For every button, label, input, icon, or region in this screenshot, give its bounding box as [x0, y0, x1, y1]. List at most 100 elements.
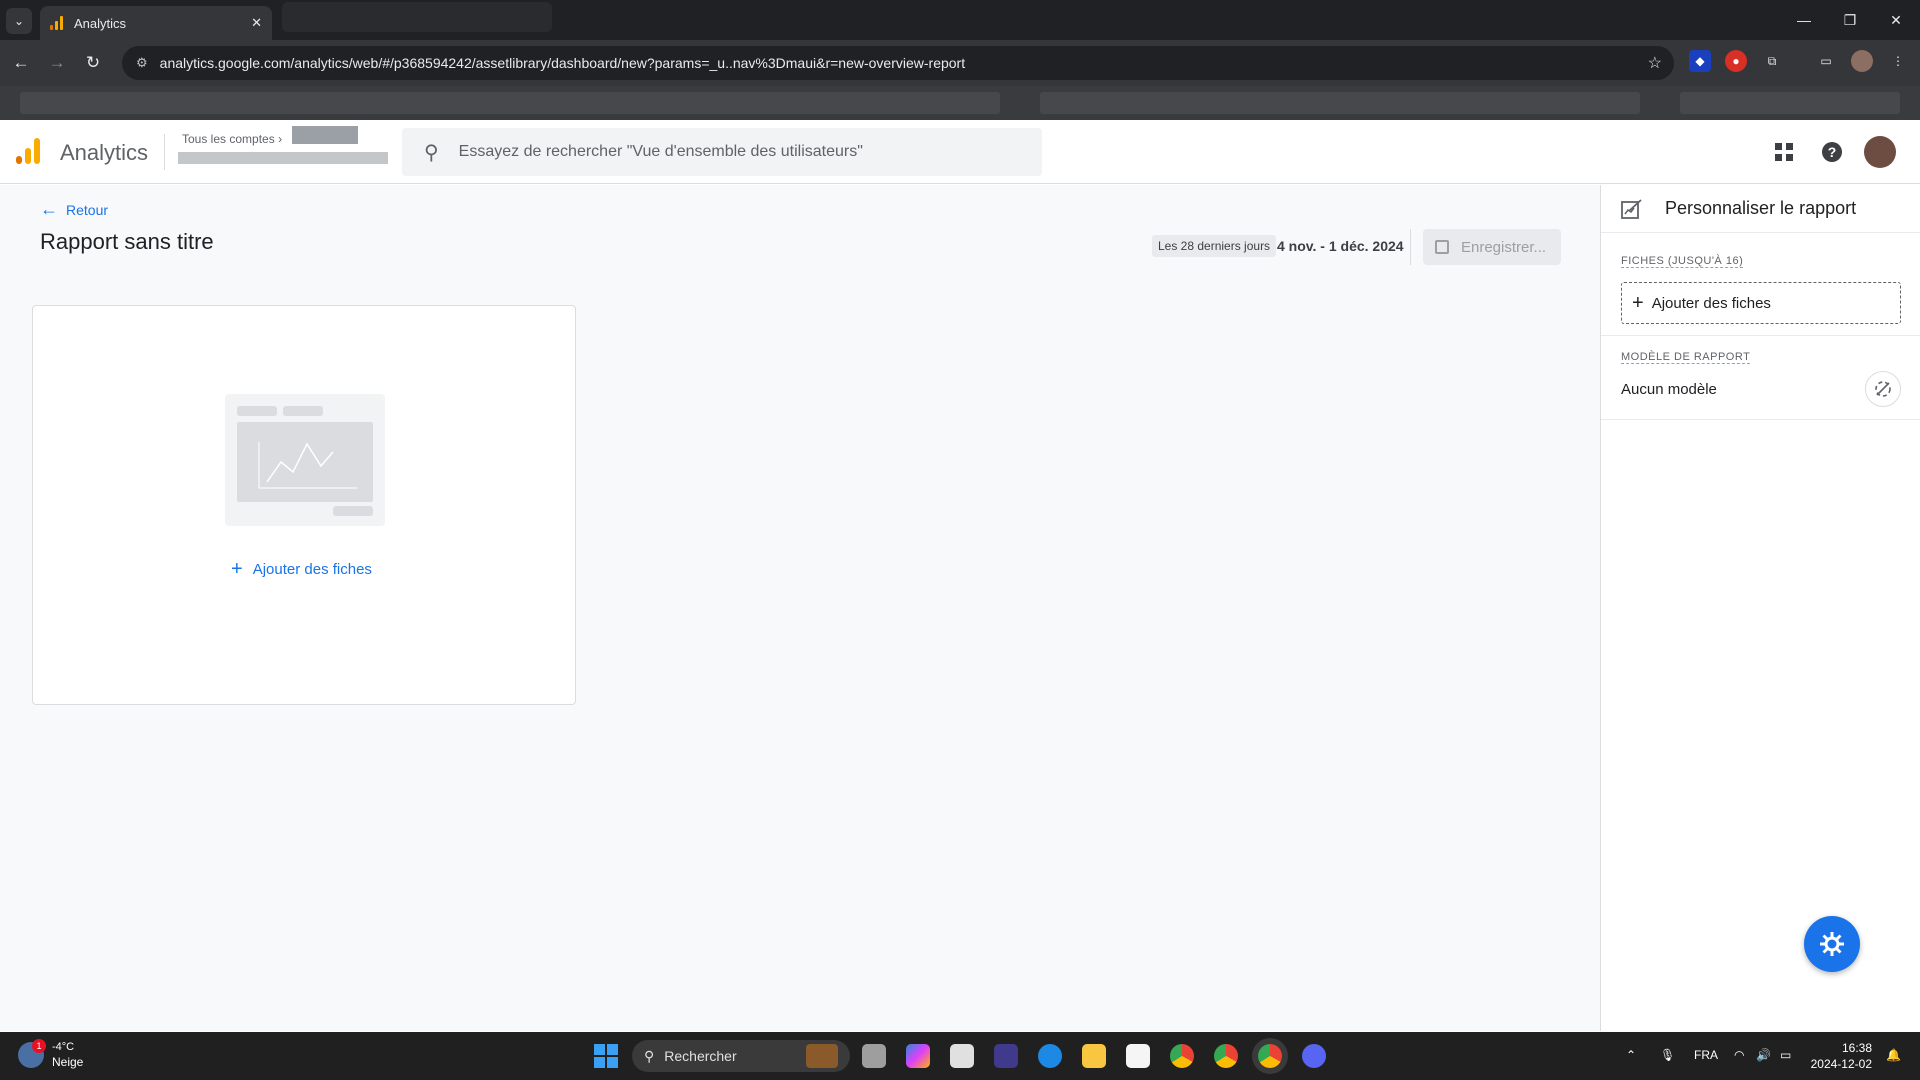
chrome-icon[interactable]	[1170, 1044, 1194, 1068]
save-button[interactable]: Enregistrer...	[1423, 229, 1561, 265]
forward-arrow-icon[interactable]: →	[44, 50, 70, 76]
profile-avatar-icon[interactable]	[1851, 50, 1873, 72]
weather-widget[interactable]: 1 -4°C Neige	[18, 1039, 84, 1070]
notifications-icon[interactable]: 🔔	[1886, 1048, 1901, 1062]
site-info-icon[interactable]: ⚙	[136, 55, 148, 71]
chrome-icon[interactable]	[1214, 1044, 1238, 1068]
cast-icon[interactable]: ▭	[1815, 50, 1837, 72]
weather-desc: Neige	[52, 1055, 84, 1069]
add-cards-button[interactable]: + Ajouter des fiches	[1621, 282, 1901, 324]
wifi-icon[interactable]: ◠	[1734, 1048, 1744, 1062]
taskbar-search-label: Rechercher	[664, 1048, 737, 1064]
browser-tab-analytics[interactable]: Analytics ✕	[40, 6, 272, 40]
placeholder-bar	[283, 406, 323, 416]
file-explorer-icon[interactable]	[1082, 1044, 1106, 1068]
save-divider	[1410, 229, 1411, 265]
bookmarks-bar	[0, 86, 1920, 120]
tab-search-icon[interactable]: ⌄	[6, 8, 32, 34]
brand-name[interactable]: Analytics	[60, 140, 148, 166]
account-breadcrumb[interactable]: Tous les comptes ›	[182, 132, 282, 146]
add-cards-label: Ajouter des fiches	[252, 561, 372, 578]
weather-badge: 1	[32, 1039, 46, 1053]
tab-close-icon[interactable]: ✕	[251, 15, 262, 31]
copilot-icon[interactable]	[906, 1044, 930, 1068]
windows-taskbar: 1 -4°C Neige ⚲ Rechercher ⌃ 🎙 FRA ◠ 🔊 ▭ …	[0, 1032, 1920, 1080]
add-cards-link[interactable]: + Ajouter des fiches	[231, 558, 372, 581]
analytics-logo-icon[interactable]	[16, 138, 42, 164]
panel-header: Personnaliser le rapport	[1601, 185, 1920, 233]
windows-start-icon[interactable]	[594, 1044, 618, 1068]
extension-red-icon[interactable]: ●	[1725, 50, 1747, 72]
redacted-property[interactable]	[178, 152, 388, 164]
account-label: Tous les comptes	[182, 132, 275, 146]
template-unlink-icon[interactable]	[1865, 371, 1901, 407]
browser-menu-icon[interactable]: ⋮	[1887, 50, 1909, 72]
snipping-tool-icon[interactable]	[950, 1044, 974, 1068]
reload-icon[interactable]: ↻	[80, 50, 106, 76]
extensions-puzzle-icon[interactable]: ⧉	[1761, 50, 1783, 72]
system-clock[interactable]: 16:38 2024-12-02	[1810, 1040, 1872, 1072]
panel-title: Personnaliser le rapport	[1665, 198, 1857, 218]
discord-icon[interactable]	[1302, 1044, 1326, 1068]
save-icon	[1435, 240, 1449, 254]
placeholder-bar	[333, 506, 373, 516]
battery-icon[interactable]: ▭	[1780, 1048, 1791, 1062]
bookmark-star-icon[interactable]: ☆	[1648, 53, 1662, 73]
search-icon: ⚲	[424, 141, 439, 164]
apps-grid-icon[interactable]	[1770, 138, 1798, 166]
redacted-bookmarks	[20, 92, 1000, 114]
empty-card: + Ajouter des fiches	[32, 305, 576, 705]
chevron-right-icon: ›	[278, 132, 283, 146]
customize-report-panel: Personnaliser le rapport FICHES (JUSQU'À…	[1600, 185, 1920, 1031]
help-icon[interactable]: ?	[1818, 138, 1846, 166]
redacted-bookmarks	[1040, 92, 1640, 114]
app-c-icon[interactable]	[1038, 1044, 1062, 1068]
browser-tab-redacted[interactable]	[282, 2, 552, 32]
back-arrow-icon[interactable]: ←	[8, 50, 34, 76]
weather-temp: -4°C	[52, 1041, 75, 1053]
user-avatar[interactable]	[1864, 136, 1896, 168]
arrow-left-icon: ←	[40, 199, 58, 219]
chart-placeholder-illustration	[225, 394, 385, 526]
template-section-label: MODÈLE DE RAPPORT	[1621, 351, 1751, 364]
page-title[interactable]: Rapport sans titre	[40, 229, 214, 255]
back-label: Retour	[66, 201, 109, 218]
search-placeholder[interactable]: Essayez de rechercher "Vue d'ensemble de…	[459, 143, 863, 161]
cards-section-label: FICHES (JUSQU'À 16)	[1621, 255, 1744, 268]
placeholder-chart	[237, 422, 373, 502]
snow-cloud-icon: 1	[18, 1039, 46, 1068]
placeholder-bar	[237, 406, 277, 416]
plus-icon: +	[231, 558, 243, 580]
back-link[interactable]: ← Retour	[40, 199, 108, 220]
ga-header: Analytics Tous les comptes › ⚲ Essayez d…	[0, 120, 1920, 184]
browser-tab-strip: ⌄ Analytics ✕ — ❐ ✕	[0, 0, 1920, 40]
notion-icon[interactable]	[1126, 1044, 1150, 1068]
extension-shield-icon[interactable]: ◆	[1689, 50, 1711, 72]
redacted-account	[292, 126, 358, 144]
section-divider	[1601, 419, 1920, 420]
restore-button[interactable]: ❐	[1830, 0, 1870, 40]
tray-chevron-up-icon[interactable]: ⌃	[1626, 1048, 1636, 1062]
language-indicator[interactable]: FRA	[1694, 1048, 1718, 1062]
add-cards-button-label: Ajouter des fiches	[1651, 294, 1771, 312]
close-window-button[interactable]: ✕	[1876, 0, 1916, 40]
taskbar-search[interactable]: ⚲ Rechercher	[632, 1040, 850, 1072]
save-label: Enregistrer...	[1461, 238, 1547, 256]
task-view-icon[interactable]	[862, 1044, 886, 1068]
address-bar[interactable]: ⚙ analytics.google.com/analytics/web/#/p…	[122, 46, 1674, 80]
edit-report-icon	[1621, 198, 1643, 219]
browser-toolbar: ← → ↻ ⚙ analytics.google.com/analytics/w…	[0, 40, 1920, 86]
clock-date: 2024-12-02	[1810, 1057, 1872, 1071]
clock-time: 16:38	[1841, 1041, 1872, 1055]
url-text[interactable]: analytics.google.com/analytics/web/#/p36…	[160, 55, 965, 71]
volume-icon[interactable]: 🔊	[1756, 1048, 1771, 1062]
chrome-active-icon[interactable]	[1258, 1044, 1282, 1068]
search-highlight-icon	[806, 1044, 838, 1068]
date-range[interactable]: 4 nov. - 1 déc. 2024	[1277, 238, 1404, 254]
assistant-gear-fab[interactable]	[1804, 916, 1860, 972]
date-preset-chip[interactable]: Les 28 derniers jours	[1152, 235, 1277, 257]
app-q-icon[interactable]	[994, 1044, 1018, 1068]
search-bar[interactable]: ⚲ Essayez de rechercher "Vue d'ensemble …	[402, 128, 1042, 176]
microphone-icon[interactable]: 🎙	[1660, 1048, 1675, 1062]
minimize-button[interactable]: —	[1784, 0, 1824, 40]
